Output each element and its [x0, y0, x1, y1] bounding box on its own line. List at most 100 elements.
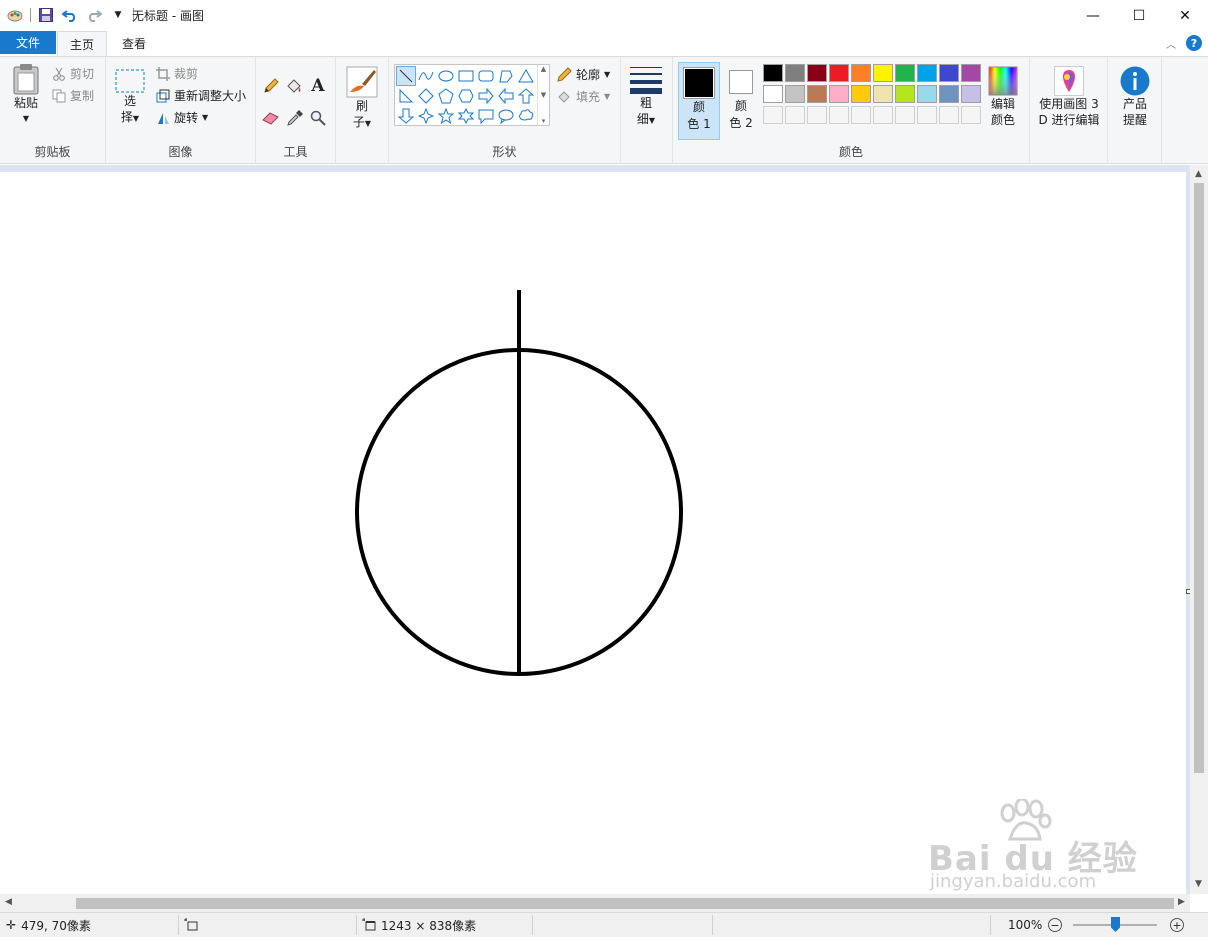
scroll-up-icon[interactable]: ▲: [1195, 169, 1202, 179]
shapes-scroll-up-icon[interactable]: ▲: [541, 65, 546, 73]
palette-swatch[interactable]: [785, 64, 805, 82]
shape-six-point-star-icon[interactable]: [456, 106, 476, 126]
magnifier-icon[interactable]: [308, 108, 328, 128]
rotate-button[interactable]: 旋转 ▼: [156, 109, 208, 126]
scroll-right-icon[interactable]: ▶: [1178, 897, 1185, 907]
palette-swatch[interactable]: [873, 85, 893, 103]
color-picker-icon[interactable]: [285, 108, 305, 128]
palette-swatch[interactable]: [829, 85, 849, 103]
shape-rect-callout-icon[interactable]: [476, 106, 496, 126]
shape-four-point-star-icon[interactable]: [416, 106, 436, 126]
help-icon[interactable]: ?: [1186, 35, 1202, 51]
palette-swatch[interactable]: [829, 106, 849, 124]
vertical-scrollbar[interactable]: ▲ ▼: [1190, 165, 1208, 894]
shape-five-point-star-icon[interactable]: [436, 106, 456, 126]
shape-hexagon-icon[interactable]: [456, 86, 476, 106]
shape-diamond-icon[interactable]: [416, 86, 436, 106]
palette-swatch[interactable]: [785, 85, 805, 103]
palette-swatch[interactable]: [917, 85, 937, 103]
color2-button[interactable]: 颜 色 2: [724, 62, 758, 140]
palette-swatch[interactable]: [917, 106, 937, 124]
palette-swatch[interactable]: [807, 85, 827, 103]
shape-rounded-rectangle-icon[interactable]: [476, 66, 496, 86]
palette-swatch[interactable]: [851, 106, 871, 124]
palette-swatch[interactable]: [939, 64, 959, 82]
shape-polygon-icon[interactable]: [496, 66, 516, 86]
shape-oval-icon[interactable]: [436, 66, 456, 86]
shapes-scrollbar[interactable]: ▲ ▼ ▾: [537, 65, 549, 125]
scroll-left-icon[interactable]: ◀: [5, 897, 12, 907]
zoom-in-button[interactable]: +: [1170, 918, 1184, 932]
paint-app-icon[interactable]: [6, 6, 24, 24]
palette-swatch[interactable]: [873, 106, 893, 124]
pencil-icon[interactable]: [261, 76, 281, 96]
shape-up-arrow-icon[interactable]: [516, 86, 536, 106]
shape-oval-callout-icon[interactable]: [496, 106, 516, 126]
crop-button[interactable]: 裁剪: [156, 65, 198, 82]
horizontal-scrollbar[interactable]: ◀ ▶: [0, 894, 1190, 912]
close-button[interactable]: ✕: [1162, 0, 1208, 31]
collapse-ribbon-icon[interactable]: ︿: [1166, 36, 1176, 51]
select-button[interactable]: 选 择▼: [114, 69, 146, 127]
customize-qat-icon[interactable]: ▼: [109, 6, 127, 24]
shape-right-arrow-icon[interactable]: [476, 86, 496, 106]
tab-home[interactable]: 主页: [57, 31, 108, 56]
paste-button[interactable]: 粘贴 ▼: [8, 63, 44, 127]
shape-curve-icon[interactable]: [416, 66, 436, 86]
shape-rectangle-icon[interactable]: [456, 66, 476, 86]
vertical-scroll-thumb[interactable]: [1194, 183, 1204, 773]
shape-pentagon-icon[interactable]: [436, 86, 456, 106]
palette-swatch[interactable]: [939, 106, 959, 124]
palette-swatch[interactable]: [895, 106, 915, 124]
copy-button[interactable]: 复制: [52, 87, 94, 104]
shape-line-icon[interactable]: [396, 66, 416, 86]
palette-swatch[interactable]: [851, 85, 871, 103]
shape-cloud-callout-icon[interactable]: [516, 106, 536, 126]
drawing-canvas[interactable]: Bai du 经验 jingyan.baidu.com: [0, 172, 1186, 894]
palette-swatch[interactable]: [807, 106, 827, 124]
redo-icon[interactable]: [85, 6, 103, 24]
fill-icon[interactable]: [284, 76, 304, 96]
maximize-button[interactable]: ☐: [1116, 0, 1162, 31]
palette-swatch[interactable]: [785, 106, 805, 124]
text-icon[interactable]: A: [308, 76, 328, 96]
shape-triangle-icon[interactable]: [516, 66, 536, 86]
palette-swatch[interactable]: [895, 85, 915, 103]
palette-swatch[interactable]: [763, 64, 783, 82]
tab-view[interactable]: 查看: [110, 31, 158, 56]
palette-swatch[interactable]: [917, 64, 937, 82]
minimize-button[interactable]: —: [1070, 0, 1116, 31]
palette-swatch[interactable]: [829, 64, 849, 82]
shapes-scroll-down-icon[interactable]: ▼: [541, 91, 546, 99]
paint3d-button[interactable]: 使用画图 3 D 进行编辑: [1034, 66, 1104, 128]
color1-button[interactable]: 颜 色 1: [678, 62, 720, 140]
brushes-button[interactable]: 刷 子▼: [344, 66, 380, 132]
shape-right-triangle-icon[interactable]: [396, 86, 416, 106]
size-button[interactable]: 粗 细▼: [629, 67, 663, 129]
horizontal-scroll-thumb[interactable]: [76, 898, 1174, 909]
edit-colors-button[interactable]: 编辑 颜色: [985, 66, 1021, 128]
palette-swatch[interactable]: [763, 85, 783, 103]
palette-swatch[interactable]: [873, 64, 893, 82]
eraser-icon[interactable]: [261, 108, 281, 128]
shape-left-arrow-icon[interactable]: [496, 86, 516, 106]
shape-down-arrow-icon[interactable]: [396, 106, 416, 126]
fill-shape-button[interactable]: 填充 ▼: [557, 88, 610, 105]
palette-swatch[interactable]: [851, 64, 871, 82]
palette-swatch[interactable]: [895, 64, 915, 82]
undo-icon[interactable]: [61, 6, 79, 24]
scroll-down-icon[interactable]: ▼: [1195, 879, 1202, 889]
outline-button[interactable]: 轮廓 ▼: [557, 66, 610, 83]
tab-file[interactable]: 文件: [0, 31, 56, 54]
shapes-more-icon[interactable]: ▾: [542, 117, 546, 125]
palette-swatch[interactable]: [961, 106, 981, 124]
palette-swatch[interactable]: [763, 106, 783, 124]
palette-swatch[interactable]: [939, 85, 959, 103]
palette-swatch[interactable]: [961, 64, 981, 82]
product-alert-button[interactable]: 产品 提醒: [1117, 66, 1153, 128]
palette-swatch[interactable]: [961, 85, 981, 103]
zoom-slider-thumb[interactable]: [1111, 917, 1120, 932]
save-icon[interactable]: [37, 6, 55, 24]
resize-button[interactable]: 重新调整大小: [156, 87, 246, 104]
palette-swatch[interactable]: [807, 64, 827, 82]
